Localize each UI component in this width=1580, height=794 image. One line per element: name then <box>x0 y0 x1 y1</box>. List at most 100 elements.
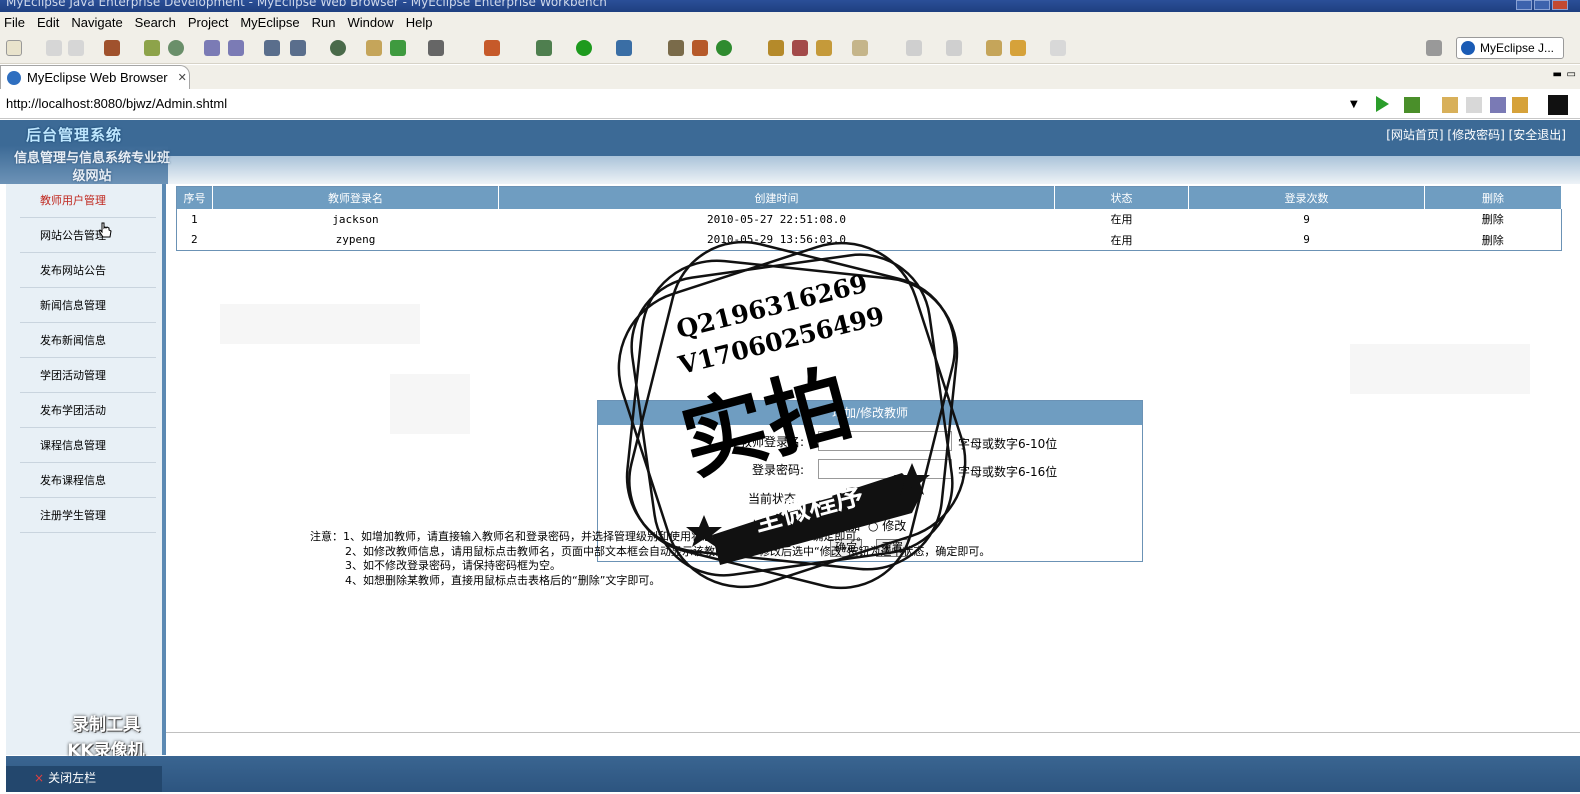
browser-icon <box>7 70 21 85</box>
sidebar-item-news-publish[interactable]: 发布新闻信息 <box>20 324 156 358</box>
delete-link[interactable]: 删除 <box>1425 209 1562 230</box>
go-icon[interactable] <box>1376 96 1389 112</box>
link-home[interactable]: [网站首页] <box>1386 128 1443 142</box>
open-folder-icon[interactable] <box>816 40 832 56</box>
console-icon[interactable] <box>1548 95 1568 115</box>
sidebar-item-announcement-manage[interactable]: 网站公告管理 <box>20 219 156 253</box>
bookmark-icon[interactable] <box>1404 97 1420 113</box>
browser-forward-icon[interactable] <box>1466 97 1482 113</box>
browser-refresh-icon[interactable] <box>1512 97 1528 113</box>
sidebar-item-activity-publish[interactable]: 发布学团活动 <box>20 394 156 428</box>
menu-project[interactable]: Project <box>188 15 236 30</box>
recorder-line-1: 录制工具 <box>72 715 140 735</box>
menu-myeclipse[interactable]: MyEclipse <box>240 15 307 30</box>
horizontal-scrollbar[interactable] <box>166 732 1580 754</box>
cell-login[interactable]: jackson <box>213 209 499 230</box>
link-logout[interactable]: [安全退出] <box>1509 128 1566 142</box>
sidebar-item-news-manage[interactable]: 新闻信息管理 <box>20 289 156 323</box>
notes: 注意：1、如增加教师，请直接输入教师名和登录密码，并选择管理级别和使用状态，选中… <box>310 530 990 588</box>
new-class-icon[interactable] <box>484 40 500 56</box>
chevron-down-icon: ▼ <box>874 489 890 505</box>
menu-file[interactable]: File <box>4 15 33 30</box>
browser-back-icon[interactable] <box>1442 97 1458 113</box>
wizard-icon[interactable] <box>204 40 220 56</box>
edit-icon[interactable] <box>768 40 784 56</box>
menu-navigate[interactable]: Navigate <box>71 15 130 30</box>
server-icon[interactable] <box>168 40 184 56</box>
open-type-icon[interactable] <box>668 40 684 56</box>
back-icon[interactable] <box>1010 40 1026 56</box>
maximize-view-icon[interactable]: ▭ <box>1567 69 1576 80</box>
run-icon[interactable] <box>576 40 592 56</box>
menu-window[interactable]: Window <box>347 15 401 30</box>
maximize-button[interactable] <box>1534 0 1550 10</box>
wizard2-icon[interactable] <box>228 40 244 56</box>
site-header: [网站首页] [修改密码] [安全退出] <box>0 120 1580 156</box>
sidebar-item-teacher-users[interactable]: 教师用户管理 <box>20 184 156 218</box>
terminal-icon[interactable] <box>428 40 444 56</box>
minimize-button[interactable] <box>1516 0 1532 10</box>
perspective-label: MyEclipse J... <box>1480 41 1555 55</box>
window-title: MyEclipse Java Enterprise Development - … <box>6 0 607 9</box>
print-icon[interactable] <box>68 40 84 56</box>
external-tools-icon[interactable] <box>616 40 632 56</box>
table-row: 1 jackson 2010-05-27 22:51:08.0 在用 9 删除 <box>177 209 1562 230</box>
package-icon[interactable] <box>104 40 120 56</box>
link-change-password[interactable]: [修改密码] <box>1447 128 1504 142</box>
note-line: 4、如想删除某教师，直接用鼠标点击表格后的“删除”文字即可。 <box>345 573 661 587</box>
menu-edit[interactable]: Edit <box>37 15 67 30</box>
search-folder-icon[interactable] <box>852 40 868 56</box>
rocket-icon[interactable] <box>792 40 808 56</box>
report-icon[interactable] <box>290 40 306 56</box>
cell-index: 1 <box>191 212 198 226</box>
next-annotation-icon[interactable] <box>906 40 922 56</box>
save-icon[interactable] <box>46 40 62 56</box>
note-line: 3、如不修改登录密码，请保持密码框为空。 <box>345 559 561 572</box>
url-field[interactable]: http://localhost:8080/bjwz/Admin.shtml <box>4 93 1364 115</box>
stop-icon[interactable] <box>1490 97 1506 113</box>
sidebar-item-activity-manage[interactable]: 学团活动管理 <box>20 359 156 393</box>
cell-created: 2010-05-27 22:51:08.0 <box>706 212 847 226</box>
col-login: 教师登录名 <box>212 186 499 209</box>
table-row: 2 zypeng 2010-05-29 13:56:03.0 在用 9 删除 <box>177 230 1562 251</box>
last-edit-icon[interactable] <box>986 40 1002 56</box>
sidebar-item-course-publish[interactable]: 发布课程信息 <box>20 464 156 498</box>
col-delete: 删除 <box>1424 186 1562 209</box>
refresh-icon[interactable] <box>716 40 732 56</box>
close-tab-icon[interactable]: ✕ <box>178 71 187 84</box>
globe-icon[interactable] <box>330 40 346 56</box>
editor-tab-row: MyEclipse Web Browser ✕ ▬ ▭ <box>0 65 1580 89</box>
cell-status: 在用 <box>1110 233 1133 247</box>
prev-annotation-icon[interactable] <box>946 40 962 56</box>
minimize-view-icon[interactable]: ▬ <box>1553 69 1562 80</box>
url-dropdown-icon[interactable]: ▼ <box>1350 99 1358 110</box>
add-folder-icon[interactable] <box>390 40 406 56</box>
tab-web-browser[interactable]: MyEclipse Web Browser ✕ <box>0 65 190 89</box>
bg-artifact <box>390 374 470 434</box>
teacher-table: 序号 教师登录名 创建时间 状态 登录次数 删除 1 jackson 2010-… <box>176 186 1562 251</box>
folder-icon[interactable] <box>366 40 382 56</box>
open-perspective-icon[interactable] <box>1426 40 1442 56</box>
col-index: 序号 <box>176 186 213 209</box>
forward-icon[interactable] <box>1050 40 1066 56</box>
hierarchy-icon[interactable] <box>264 40 280 56</box>
cell-login[interactable]: zypeng <box>213 230 499 251</box>
menu-bar: File Edit Navigate Search Project MyEcli… <box>0 12 1580 32</box>
debug-icon[interactable] <box>536 40 552 56</box>
delete-link[interactable]: 删除 <box>1425 230 1562 251</box>
password-hint: 字母或数字6-16位 <box>958 465 1058 479</box>
open-task-icon[interactable] <box>692 40 708 56</box>
perspective-switcher[interactable]: MyEclipse J... <box>1456 37 1564 59</box>
menu-search[interactable]: Search <box>135 15 184 30</box>
menu-run[interactable]: Run <box>312 15 344 30</box>
deploy-icon[interactable] <box>144 40 160 56</box>
menu-help[interactable]: Help <box>406 15 441 30</box>
close-left-panel[interactable]: × 关闭左栏 <box>34 769 96 786</box>
hand-cursor-icon <box>98 222 112 238</box>
sidebar-item-course-manage[interactable]: 课程信息管理 <box>20 429 156 463</box>
sidebar-item-students[interactable]: 注册学生管理 <box>20 499 156 533</box>
cell-status: 在用 <box>1110 213 1133 226</box>
new-icon[interactable] <box>6 40 22 56</box>
close-window-button[interactable] <box>1552 0 1568 10</box>
sidebar-item-announcement-publish[interactable]: 发布网站公告 <box>20 254 156 288</box>
